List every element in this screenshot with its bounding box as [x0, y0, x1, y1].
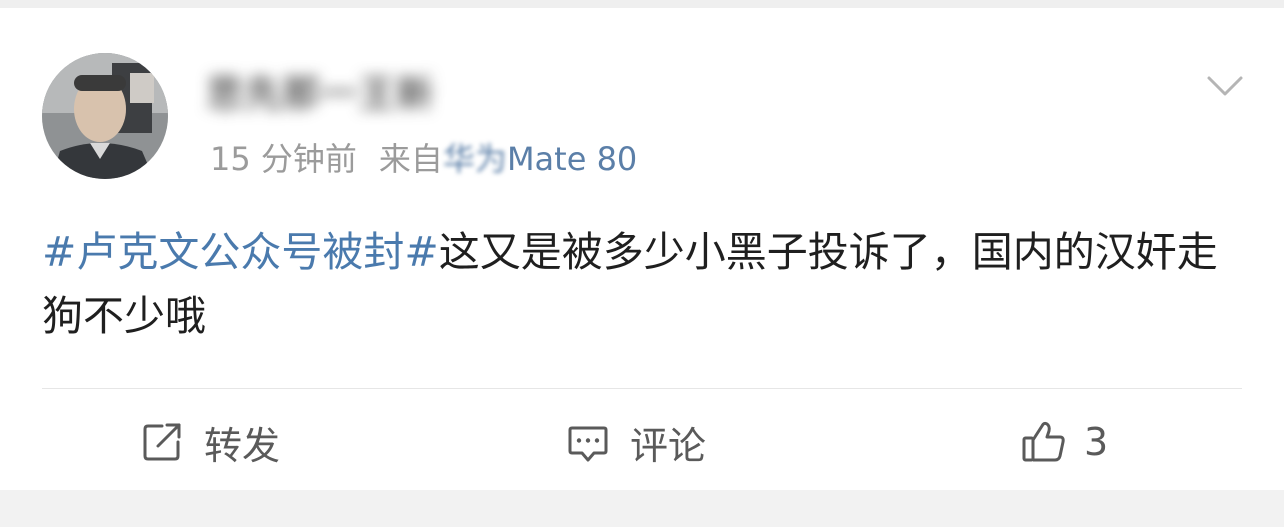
comment-button[interactable]: 评论 — [566, 413, 706, 471]
like-button[interactable]: 3 — [1020, 413, 1108, 471]
avatar-image — [42, 53, 168, 179]
avatar[interactable] — [42, 53, 168, 179]
repost-icon — [143, 423, 181, 461]
post-time: 15 分钟前 — [210, 140, 357, 178]
source-device-brand[interactable]: 华为 — [443, 138, 507, 180]
topic-link[interactable]: #卢克文公众号被封# — [42, 228, 439, 276]
source-prefix: 来自 — [378, 140, 443, 178]
post-content: #卢克文公众号被封#这又是被多少小黑子投诉了，国内的汉奸走狗不少哦 — [42, 220, 1242, 348]
top-separator — [0, 0, 1284, 8]
repost-button[interactable]: 转发 — [140, 413, 280, 471]
post-meta: 15 分钟前 来自华为Mate 80 — [210, 138, 637, 180]
repost-label: 转发 — [204, 423, 281, 468]
chevron-down-icon[interactable] — [1205, 70, 1245, 100]
like-count: 3 — [1084, 420, 1109, 464]
thumbs-up-icon — [1022, 421, 1065, 462]
source-device[interactable]: Mate 80 — [507, 140, 637, 178]
divider — [42, 388, 1242, 389]
bottom-separator — [0, 490, 1284, 527]
comment-icon — [568, 426, 608, 462]
weibo-post-card: 思先那一王新 15 分钟前 来自华为Mate 80 #卢克文公众号被封#这又是被多… — [0, 8, 1284, 490]
comment-label: 评论 — [630, 423, 707, 468]
username[interactable]: 思先那一王新 — [206, 70, 496, 118]
